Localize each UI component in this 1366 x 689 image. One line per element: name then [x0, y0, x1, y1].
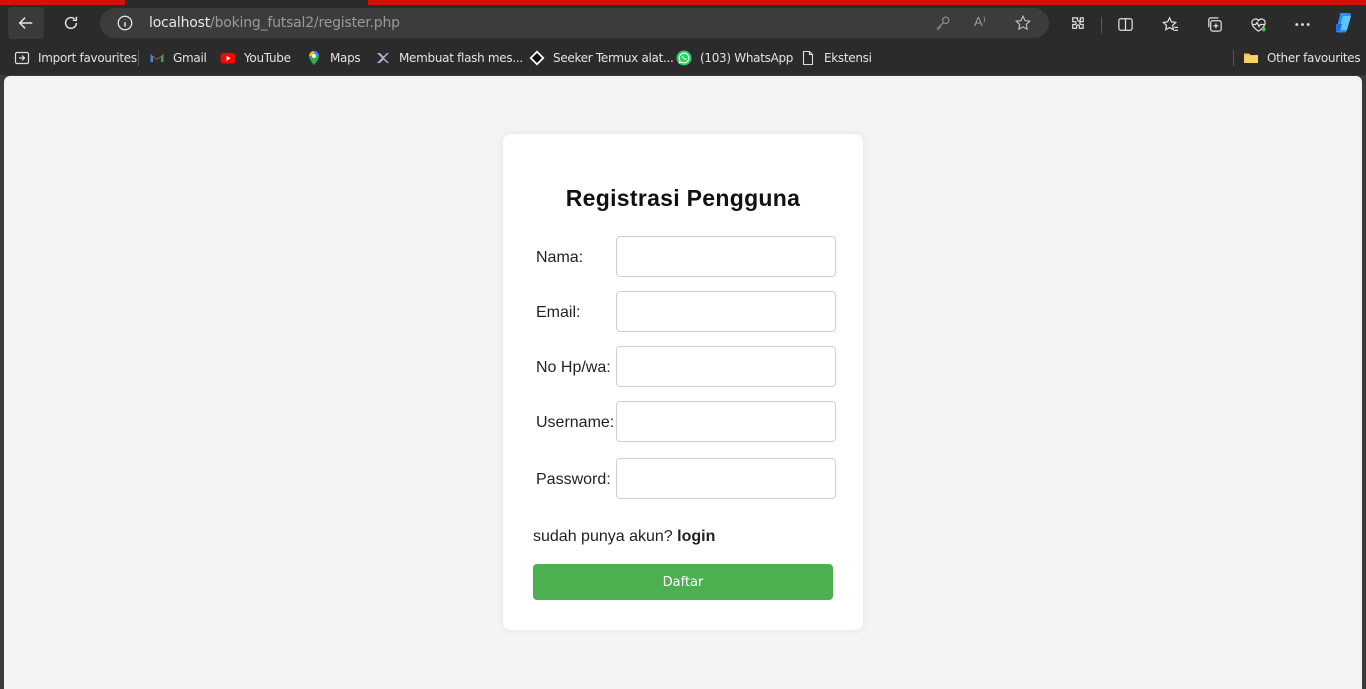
back-button[interactable]	[8, 7, 44, 39]
import-icon	[14, 50, 30, 66]
bookmark-youtube[interactable]: YouTube	[220, 49, 291, 67]
bookmark-seeker-termux[interactable]: Seeker Termux alat...	[529, 49, 674, 67]
bookmark-ekstensi[interactable]: Ekstensi	[800, 49, 872, 67]
gmail-icon	[149, 50, 165, 66]
phone-input[interactable]	[616, 346, 836, 387]
daftar-button[interactable]: Daftar	[533, 564, 833, 600]
url-host: localhost	[149, 15, 211, 31]
field-row-phone: No Hp/wa:	[536, 346, 836, 387]
phone-label: No Hp/wa:	[536, 359, 611, 376]
more-options-icon[interactable]	[1292, 14, 1312, 34]
copilot-icon[interactable]	[1332, 11, 1356, 35]
field-row-password: Password:	[536, 458, 836, 499]
read-aloud-icon[interactable]: A⁾	[974, 14, 992, 32]
registration-card: Registrasi Pengguna Nama: Email: No Hp/w…	[503, 134, 863, 630]
split-screen-icon[interactable]	[1115, 14, 1135, 34]
site-icon	[375, 50, 391, 66]
username-input[interactable]	[616, 401, 836, 442]
bookmark-divider	[138, 50, 139, 66]
maps-icon	[306, 50, 322, 66]
info-icon[interactable]	[116, 14, 134, 32]
back-arrow-icon	[18, 17, 33, 29]
bookmark-label: Maps	[330, 51, 361, 65]
bookmark-membuat-flash[interactable]: Membuat flash mes...	[375, 49, 523, 67]
bookmark-whatsapp[interactable]: (103) WhatsApp	[676, 49, 793, 67]
field-row-email: Email:	[536, 291, 836, 332]
login-prompt: sudah punya akun? login	[533, 528, 715, 546]
address-bar[interactable]: localhost/boking_futsal2/register.php A⁾	[100, 8, 1049, 38]
bookmark-label: Gmail	[173, 51, 207, 65]
url-text[interactable]: localhost/boking_futsal2/register.php	[149, 15, 400, 31]
browser-essentials-icon[interactable]	[1248, 14, 1268, 34]
key-icon[interactable]	[934, 14, 952, 32]
diamond-icon	[529, 50, 545, 66]
document-icon	[800, 50, 816, 66]
url-path: /boking_futsal2/register.php	[210, 15, 400, 31]
bookmark-gmail[interactable]: Gmail	[149, 49, 207, 67]
favorites-icon[interactable]	[1160, 14, 1180, 34]
password-input[interactable]	[616, 458, 836, 499]
collections-icon[interactable]	[1204, 14, 1224, 34]
username-label: Username:	[536, 414, 615, 431]
bookmark-other-favourites[interactable]: Other favourites	[1243, 49, 1361, 67]
bookmark-label: Other favourites	[1267, 51, 1361, 65]
email-label: Email:	[536, 304, 581, 321]
bookmark-label: YouTube	[244, 51, 291, 65]
login-prompt-text: sudah punya akun?	[533, 528, 673, 545]
nama-label: Nama:	[536, 249, 584, 266]
browser-toolbar: localhost/boking_futsal2/register.php A⁾	[0, 5, 1366, 41]
reload-icon	[64, 16, 78, 30]
email-input[interactable]	[616, 291, 836, 332]
bookmark-label: Membuat flash mes...	[399, 51, 523, 65]
field-row-nama: Nama:	[536, 236, 836, 277]
bookmark-import-favourites[interactable]: Import favourites	[14, 49, 137, 67]
bookmark-label: (103) WhatsApp	[700, 51, 794, 65]
reload-button[interactable]	[53, 7, 89, 39]
field-row-username: Username:	[536, 401, 836, 442]
favorite-star-icon[interactable]	[1014, 14, 1032, 32]
extensions-icon[interactable]	[1067, 14, 1087, 34]
nama-input[interactable]	[616, 236, 836, 277]
bookmarks-bar: Import favourites Gmail YouTube Maps Mem…	[0, 41, 1366, 75]
password-label: Password:	[536, 471, 611, 488]
bookmark-maps[interactable]: Maps	[306, 49, 361, 67]
folder-icon	[1243, 50, 1259, 66]
bookmark-label: Seeker Termux alat...	[553, 51, 674, 65]
login-link[interactable]: login	[677, 528, 715, 545]
whatsapp-icon	[676, 50, 692, 66]
bookmark-label: Import favourites	[38, 51, 137, 65]
youtube-icon	[220, 50, 236, 66]
page-title: Registrasi Pengguna	[565, 185, 801, 211]
bookmark-divider	[1233, 50, 1234, 66]
bookmark-label: Ekstensi	[824, 51, 872, 65]
page-content: Registrasi Pengguna Nama: Email: No Hp/w…	[4, 76, 1362, 689]
